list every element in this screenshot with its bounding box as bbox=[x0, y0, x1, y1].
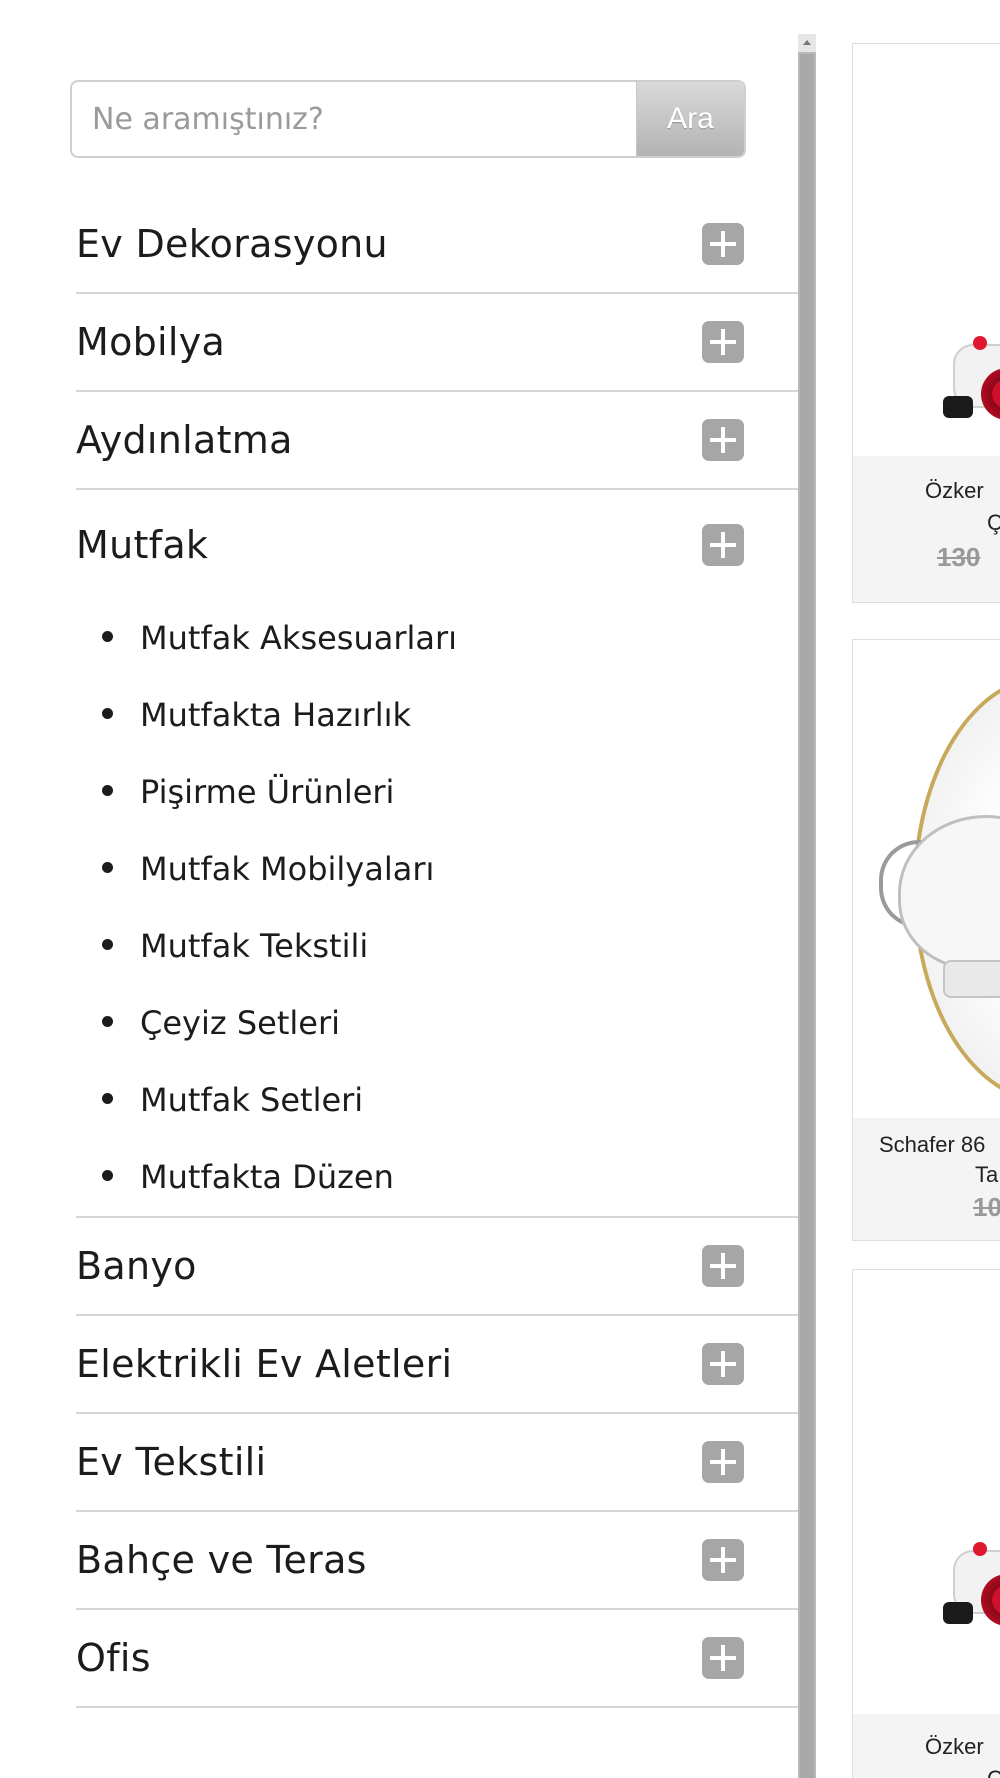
product-card[interactable]: Schafer 86 Ta 10 bbox=[852, 639, 1000, 1241]
product-info: Özker Ç 130 bbox=[853, 456, 1000, 602]
category-label[interactable]: Banyo bbox=[76, 1244, 197, 1288]
product-name-continued[interactable]: Ç bbox=[987, 1766, 1000, 1778]
product-name[interactable]: Özker bbox=[925, 478, 984, 504]
category-mutfak[interactable]: Mutfak bbox=[76, 490, 800, 600]
category-sidebar: Ara Ev Dekorasyonu Mobilya Aydınlatma Mu… bbox=[0, 0, 800, 1778]
search-input[interactable] bbox=[72, 82, 637, 156]
product-info: Özker Ç bbox=[853, 1714, 1000, 1778]
product-card[interactable]: Özker Ç bbox=[852, 1269, 1000, 1778]
product-name[interactable]: Özker bbox=[925, 1734, 984, 1760]
category-ev-tekstili[interactable]: Ev Tekstili bbox=[76, 1414, 800, 1512]
product-name-continued[interactable]: Ç bbox=[987, 510, 1000, 536]
plus-icon[interactable] bbox=[702, 321, 744, 363]
search-button[interactable]: Ara bbox=[636, 82, 744, 156]
subcategory-item[interactable]: Çeyiz Setleri bbox=[76, 985, 800, 1062]
plus-icon[interactable] bbox=[702, 223, 744, 265]
mutfak-subcategory-list: Mutfak Aksesuarları Mutfakta Hazırlık Pi… bbox=[76, 600, 800, 1218]
category-label[interactable]: Aydınlatma bbox=[76, 418, 293, 462]
product-image[interactable] bbox=[853, 44, 1000, 456]
plus-icon[interactable] bbox=[702, 1441, 744, 1483]
plus-icon[interactable] bbox=[702, 419, 744, 461]
subcategory-item[interactable]: Pişirme Ürünleri bbox=[76, 754, 800, 831]
product-image[interactable] bbox=[853, 640, 1000, 1120]
product-name[interactable]: Schafer 86 bbox=[879, 1132, 985, 1158]
category-menu: Ev Dekorasyonu Mobilya Aydınlatma Mutfak… bbox=[76, 196, 800, 1708]
subcategory-item[interactable]: Mutfak Setleri bbox=[76, 1062, 800, 1139]
category-label[interactable]: Ev Dekorasyonu bbox=[76, 222, 388, 266]
plus-icon[interactable] bbox=[702, 1539, 744, 1581]
subcategory-item[interactable]: Mutfak Mobilyaları bbox=[76, 831, 800, 908]
subcategory-link[interactable]: Pişirme Ürünleri bbox=[140, 773, 394, 811]
category-bahce-ve-teras[interactable]: Bahçe ve Teras bbox=[76, 1512, 800, 1610]
category-mobilya[interactable]: Mobilya bbox=[76, 294, 800, 392]
category-label[interactable]: Mobilya bbox=[76, 320, 225, 364]
subcategory-item[interactable]: Mutfakta Hazırlık bbox=[76, 677, 800, 754]
subcategory-link[interactable]: Mutfak Aksesuarları bbox=[140, 619, 457, 657]
search-form: Ara bbox=[70, 80, 746, 158]
category-label[interactable]: Mutfak bbox=[76, 523, 208, 567]
subcategory-link[interactable]: Mutfakta Düzen bbox=[140, 1158, 394, 1196]
category-elektrikli-ev-aletleri[interactable]: Elektrikli Ev Aletleri bbox=[76, 1316, 800, 1414]
category-ev-dekorasyonu[interactable]: Ev Dekorasyonu bbox=[76, 196, 800, 294]
subcategory-link[interactable]: Mutfak Tekstili bbox=[140, 927, 368, 965]
scrollbar-thumb[interactable] bbox=[800, 54, 814, 1778]
subcategory-link[interactable]: Mutfakta Hazırlık bbox=[140, 696, 411, 734]
category-aydinlatma[interactable]: Aydınlatma bbox=[76, 392, 800, 490]
subcategory-link[interactable]: Mutfak Setleri bbox=[140, 1081, 363, 1119]
plus-icon[interactable] bbox=[702, 1343, 744, 1385]
subcategory-link[interactable]: Mutfak Mobilyaları bbox=[140, 850, 434, 888]
category-label[interactable]: Elektrikli Ev Aletleri bbox=[76, 1342, 452, 1386]
product-card[interactable]: Özker Ç 130 bbox=[852, 43, 1000, 603]
scroll-up-arrow-icon[interactable] bbox=[798, 34, 816, 52]
product-old-price: 130 bbox=[937, 542, 981, 572]
plus-icon[interactable] bbox=[702, 524, 744, 566]
category-label[interactable]: Bahçe ve Teras bbox=[76, 1538, 367, 1582]
category-ofis[interactable]: Ofis bbox=[76, 1610, 800, 1708]
product-info: Schafer 86 Ta 10 bbox=[853, 1118, 1000, 1240]
subcategory-item[interactable]: Mutfak Aksesuarları bbox=[76, 600, 800, 677]
plus-icon[interactable] bbox=[702, 1245, 744, 1287]
category-label[interactable]: Ofis bbox=[76, 1636, 151, 1680]
category-label[interactable]: Ev Tekstili bbox=[76, 1440, 266, 1484]
subcategory-link[interactable]: Çeyiz Setleri bbox=[140, 1004, 340, 1042]
product-old-price: 10 bbox=[973, 1192, 1000, 1222]
product-grid: Özker Ç 130 Schafer 86 Ta 10 Özker bbox=[852, 0, 1000, 1778]
subcategory-item[interactable]: Mutfakta Düzen bbox=[76, 1139, 800, 1216]
product-name-continued[interactable]: Ta bbox=[975, 1162, 998, 1188]
sidebar-scrollbar[interactable] bbox=[798, 34, 816, 1778]
product-image[interactable] bbox=[853, 1270, 1000, 1716]
subcategory-item[interactable]: Mutfak Tekstili bbox=[76, 908, 800, 985]
category-banyo[interactable]: Banyo bbox=[76, 1218, 800, 1316]
plus-icon[interactable] bbox=[702, 1637, 744, 1679]
